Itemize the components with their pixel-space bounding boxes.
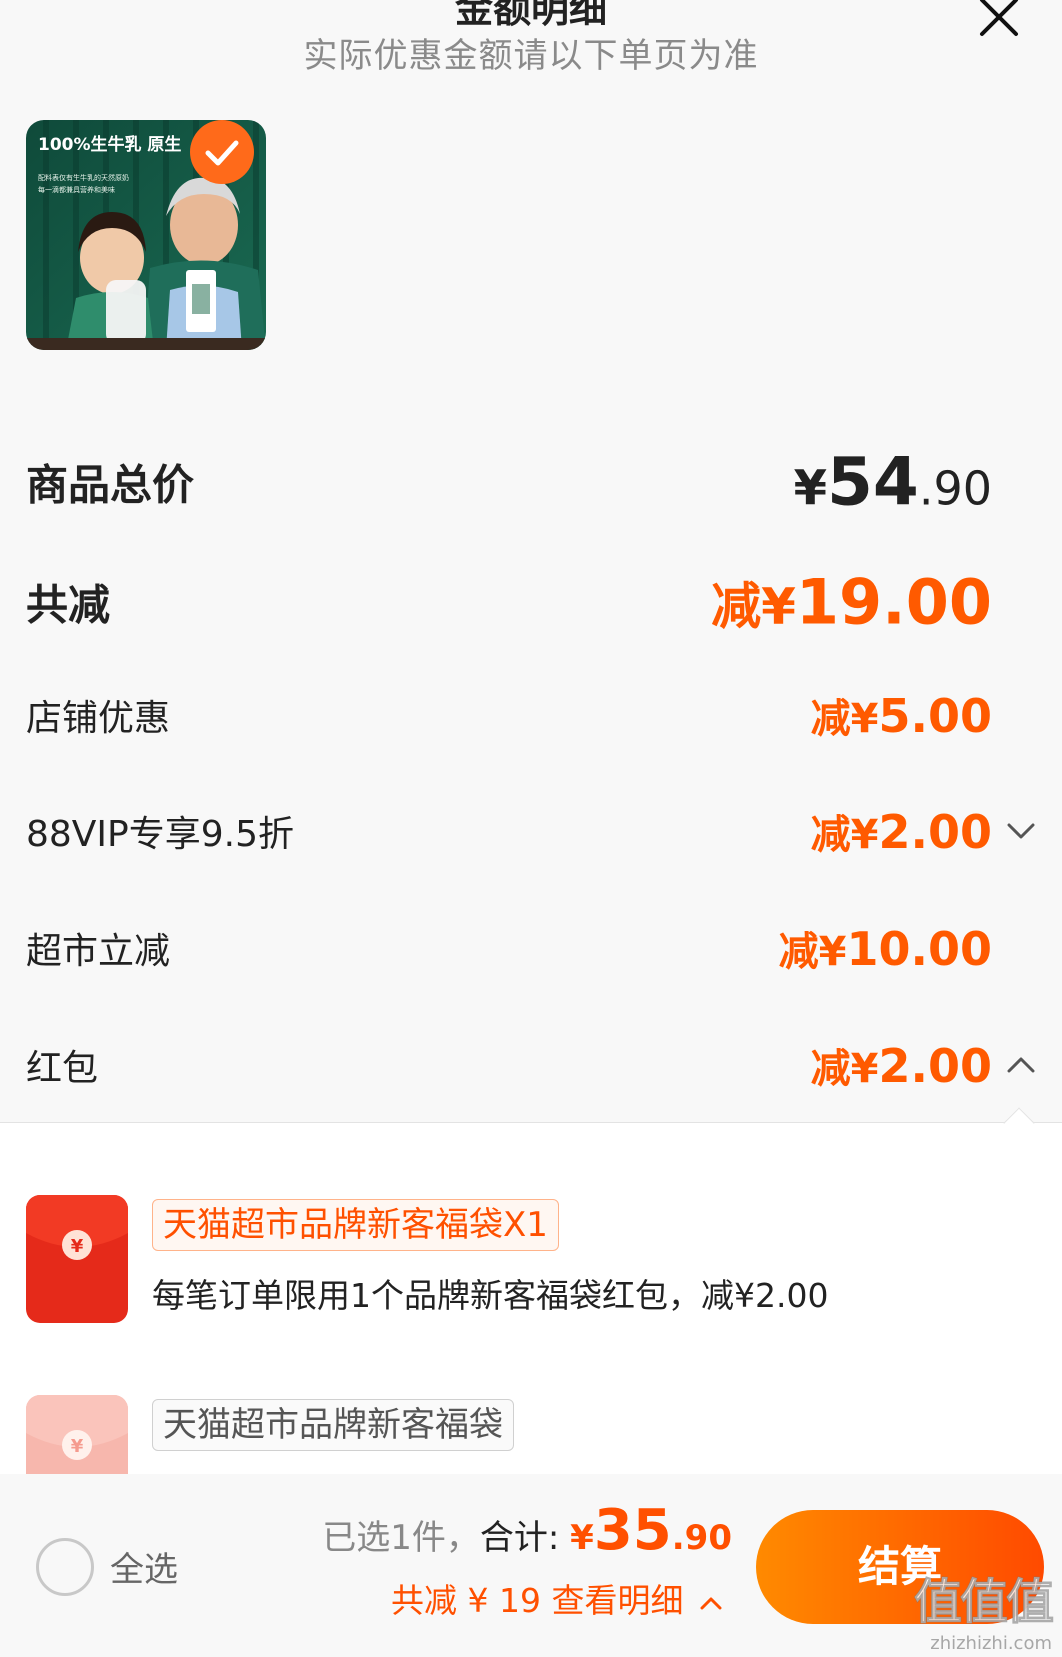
checkout-button[interactable]: 结算 [756,1510,1044,1624]
row-label: 超市立减 [26,931,171,972]
close-button[interactable] [976,0,1024,40]
red-packet-detail-panel: ¥ 天猫超市品牌新客福袋X1 每笔订单限用1个品牌新客福袋红包，减¥2.00 ¥… [0,1122,1062,1474]
coupon-tag: 天猫超市品牌新客福袋 [152,1399,514,1451]
row-label: 商品总价 [26,460,195,510]
row-88vip-discount[interactable]: 88VIP专享9.5折 减¥2.00 [0,776,1062,886]
total-label: 合计: [479,1518,560,1558]
collapse-toggle[interactable] [1006,1055,1036,1075]
row-amount: 减¥10.00 [778,922,992,976]
svg-text:¥: ¥ [71,1236,84,1257]
bottom-bar: 全选 已选1件，合计: ¥35.90 共减 ¥ 19 查看明细 结算 [0,1474,1062,1657]
sheet-header: 金额明细 实际优惠金额请以下单页为准 [0,0,1062,100]
product-selected-checkbox[interactable] [190,120,254,184]
select-all-label[interactable]: 全选 [110,1542,178,1591]
chevron-up-icon [700,1597,722,1609]
row-amount: ¥54.90 [793,443,992,521]
total-amount: ¥35.90 [570,1498,732,1563]
row-goods-total: 商品总价 ¥54.90 [0,427,1062,537]
product-image-headline: 100%生牛乳 原生 [38,135,182,155]
row-supermarket-discount: 超市立减 减¥10.00 [0,893,1062,1003]
red-packet-icon: ¥ [26,1395,128,1474]
row-total-discount: 共减 减¥19.00 [0,547,1062,657]
red-packet-icon: ¥ [26,1195,128,1323]
view-details-link[interactable]: 共减 ¥ 19 查看明细 [391,1574,722,1622]
row-label: 店铺优惠 [26,698,171,739]
chevron-down-icon [1007,823,1035,839]
row-red-packet[interactable]: 红包 减¥2.00 [0,1010,1062,1120]
row-amount: 减¥5.00 [810,689,992,743]
sheet-subtitle: 实际优惠金额请以下单页为准 [303,36,759,76]
check-icon [205,140,239,166]
row-label: 88VIP专享9.5折 [26,814,295,855]
select-all-radio[interactable] [36,1538,94,1596]
chevron-up-icon [1007,1057,1035,1073]
order-summary: 已选1件，合计: ¥35.90 [322,1498,732,1563]
row-store-discount: 店铺优惠 减¥5.00 [0,660,1062,770]
row-amount: 减¥2.00 [810,805,992,859]
product-image-caption: 配料表仅有生牛乳的天然原奶 每一滴都兼具营养和美味 [38,174,129,194]
coupon-item[interactable]: ¥ 天猫超市品牌新客福袋 [0,1395,1062,1474]
row-amount: 减¥2.00 [810,1039,992,1093]
svg-text:¥: ¥ [71,1436,84,1457]
coupon-item[interactable]: ¥ 天猫超市品牌新客福袋X1 每笔订单限用1个品牌新客福袋红包，减¥2.00 [0,1195,1062,1325]
coupon-description: 每笔订单限用1个品牌新客福袋红包，减¥2.00 [152,1276,829,1315]
row-label: 共减 [26,580,111,630]
row-amount: 减¥19.00 [711,565,992,639]
expand-toggle[interactable] [1006,821,1036,841]
row-label: 红包 [26,1048,99,1089]
coupon-tag: 天猫超市品牌新客福袋X1 [152,1199,559,1251]
selected-count: 已选1件， [322,1518,480,1558]
close-icon [980,0,1018,36]
